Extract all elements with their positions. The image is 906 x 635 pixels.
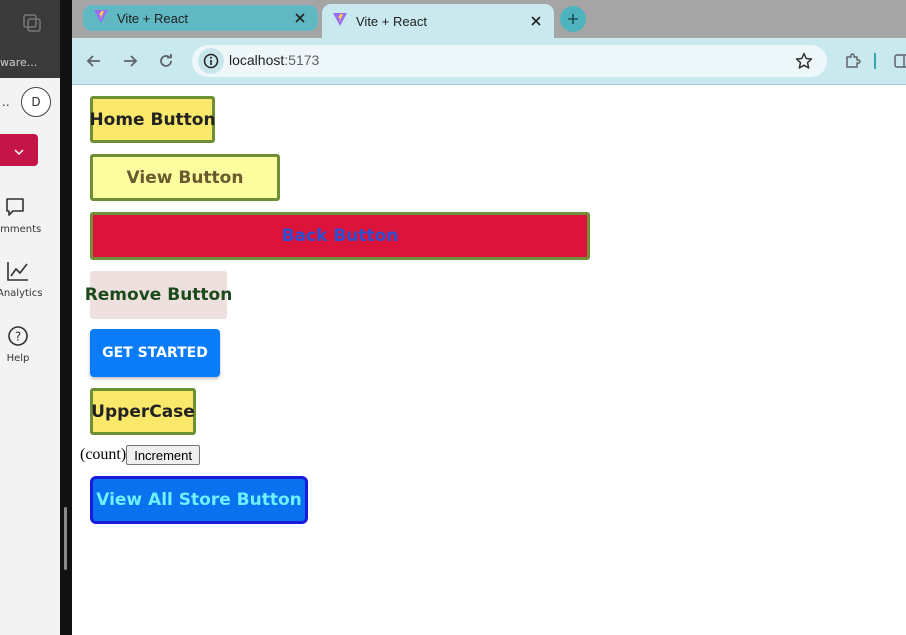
svg-text:?: ? — [15, 330, 21, 344]
analytics-icon — [6, 262, 30, 286]
side-panel-icon[interactable] — [892, 51, 906, 71]
page-content: Home Button View Button Back Button Remo… — [72, 85, 906, 635]
left-app-sidebar: ware... .. D omments Analytics ? Help — [0, 0, 60, 635]
toolbar-separator — [870, 51, 880, 71]
comment-icon — [4, 198, 26, 222]
new-tab-button[interactable] — [560, 6, 586, 32]
close-icon[interactable] — [292, 10, 308, 26]
plus-icon — [567, 10, 579, 29]
home-button[interactable]: Home Button — [89, 96, 216, 143]
url-host: localhost — [229, 52, 285, 68]
nav-label-analytics: Analytics — [0, 288, 43, 299]
counter-row: (count) Increment — [80, 445, 201, 465]
vite-logo-icon — [332, 11, 348, 31]
get-started-button[interactable]: GET STARTED — [90, 329, 220, 377]
tab-title: Vite + React — [117, 10, 188, 26]
nav-label-help: Help — [6, 353, 30, 364]
browser-window: Vite + React Vite + React localhost:5173… — [72, 0, 906, 635]
back-button[interactable]: Back Button — [90, 212, 590, 260]
avatar-initial: D — [31, 95, 41, 109]
truncated-text: .. — [2, 95, 10, 109]
avatar[interactable]: D — [21, 87, 51, 117]
tab-strip: Vite + React Vite + React — [72, 0, 906, 38]
help-icon: ? — [7, 326, 29, 351]
back-arrow-icon[interactable] — [84, 51, 104, 71]
tab-title: Vite + React — [356, 13, 427, 29]
workspace-name: ware... — [0, 56, 38, 69]
increment-button[interactable]: Increment — [126, 445, 201, 465]
count-text: (count) — [80, 446, 127, 463]
chevron-down-icon — [13, 141, 25, 160]
tab-vite-react-1[interactable]: Vite + React — [83, 5, 318, 31]
url-text: localhost:5173 — [229, 52, 319, 68]
view-all-store-button[interactable]: View All Store Button — [90, 476, 308, 524]
copy-icon[interactable] — [22, 13, 42, 37]
close-icon[interactable] — [528, 13, 544, 29]
nav-item-comments[interactable]: omments — [0, 196, 42, 235]
uppercase-button[interactable]: UpperCase — [90, 388, 196, 435]
tab-vite-react-2[interactable]: Vite + React — [322, 4, 554, 38]
view-button[interactable]: View Button — [90, 154, 280, 201]
nav-item-analytics[interactable]: Analytics — [0, 260, 43, 299]
nav-label-comments: omments — [0, 224, 42, 235]
site-info-icon[interactable] — [198, 48, 224, 74]
address-bar[interactable]: localhost:5173 — [192, 45, 827, 77]
window-divider — [60, 0, 72, 635]
bookmark-star-icon[interactable] — [795, 52, 813, 74]
browser-toolbar: localhost:5173 — [72, 38, 906, 85]
vite-logo-icon — [93, 8, 109, 28]
remove-button[interactable]: Remove Button — [85, 271, 232, 319]
extensions-puzzle-icon[interactable] — [843, 51, 863, 71]
dropdown-button[interactable] — [0, 134, 38, 166]
url-port: :5173 — [284, 52, 320, 68]
forward-arrow-icon[interactable] — [120, 51, 140, 71]
reload-icon[interactable] — [156, 51, 176, 71]
nav-item-help[interactable]: ? Help — [0, 325, 39, 364]
scrollbar-thumb[interactable] — [64, 507, 67, 570]
